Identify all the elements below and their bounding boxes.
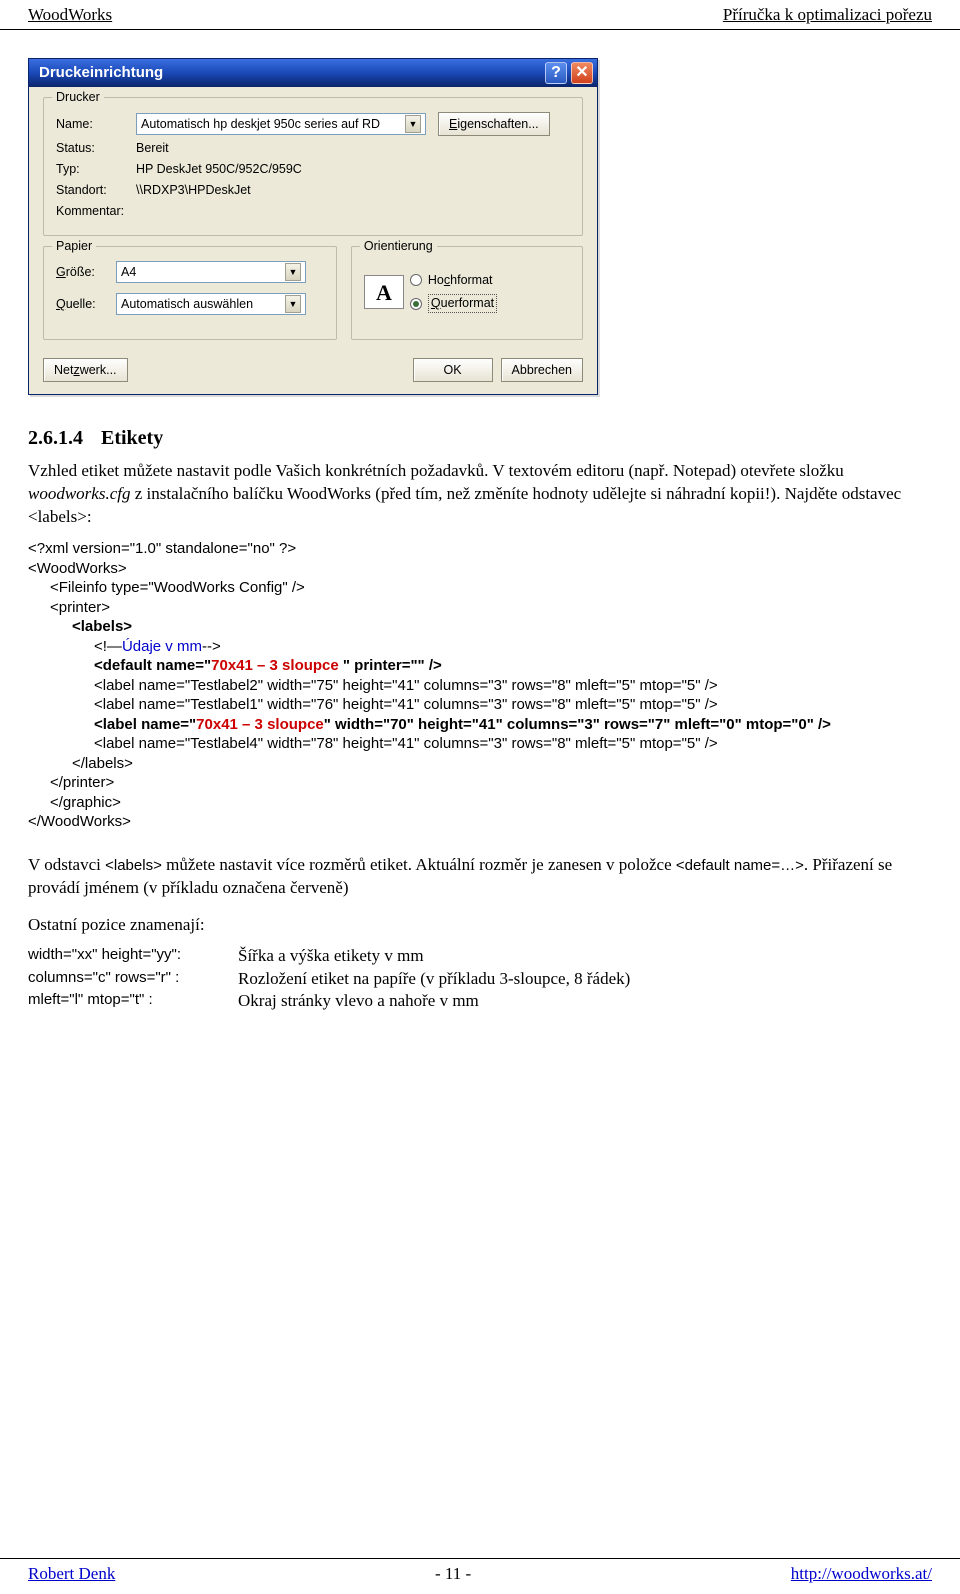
footer-url[interactable]: http://woodworks.at/ <box>791 1563 932 1586</box>
group-printer: Drucker Name: Automatisch hp deskjet 950… <box>43 97 583 237</box>
section-title: Etikety <box>101 427 163 449</box>
orientation-icon: A <box>364 275 404 309</box>
printer-location-label: Standort: <box>56 182 136 199</box>
group-paper: Papier Größe: A4 ▼ Quelle: Automatisch a <box>43 246 337 340</box>
def-key: columns="c" rows="r" : <box>28 968 238 991</box>
paper-source-label: Quelle: <box>56 296 116 313</box>
dialog-title: Druckeinrichtung <box>39 63 163 83</box>
close-button[interactable]: ✕ <box>571 62 593 84</box>
code-line: </printer> <box>28 773 932 793</box>
paragraph-2: V odstavci <labels> můžete nastavit více… <box>28 854 932 900</box>
chevron-down-icon[interactable]: ▼ <box>285 295 301 313</box>
code-line: <label name="70x41 – 3 sloupce" width="7… <box>28 715 932 735</box>
code-line: </labels> <box>28 754 932 774</box>
printer-status-value: Bereit <box>136 140 169 157</box>
xml-code-block: <?xml version="1.0" standalone="no" ?> <… <box>28 539 932 832</box>
paper-source-select[interactable]: Automatisch auswählen ▼ <box>116 293 306 315</box>
chevron-down-icon[interactable]: ▼ <box>405 115 421 133</box>
header-right: Příručka k optimalizaci pořezu <box>723 4 932 27</box>
printer-location-value: \\RDXP3\HPDeskJet <box>136 182 251 199</box>
page-body: Druckeinrichtung ? ✕ Drucker Name: Autom… <box>0 30 960 1093</box>
code-line: <labels> <box>28 617 932 637</box>
paper-source-value: Automatisch auswählen <box>121 296 253 313</box>
paper-size-label: Größe: <box>56 264 116 281</box>
paragraph-1: Vzhled etiket můžete nastavit podle Vaši… <box>28 460 932 529</box>
orientation-landscape-radio[interactable]: Querformat <box>410 294 570 313</box>
table-row: columns="c" rows="r" : Rozložení etiket … <box>28 968 932 991</box>
code-line: <default name="70x41 – 3 sloupce " print… <box>28 656 932 676</box>
printer-name-select[interactable]: Automatisch hp deskjet 950c series auf R… <box>136 113 426 135</box>
code-line: <Fileinfo type="WoodWorks Config" /> <box>28 578 932 598</box>
printer-type-label: Typ: <box>56 161 136 178</box>
def-key: width="xx" height="yy": <box>28 945 238 968</box>
group-printer-legend: Drucker <box>52 89 104 106</box>
code-line: <label name="Testlabel1" width="76" heig… <box>28 695 932 715</box>
footer-author[interactable]: Robert Denk <box>28 1563 115 1586</box>
table-row: width="xx" height="yy": Šířka a výška et… <box>28 945 932 968</box>
code-line: </graphic> <box>28 793 932 813</box>
printer-status-label: Status: <box>56 140 136 157</box>
code-line: </WoodWorks> <box>28 812 932 832</box>
ok-button[interactable]: OK <box>413 358 493 382</box>
cancel-button[interactable]: Abbrechen <box>501 358 583 382</box>
header-left: WoodWorks <box>28 4 112 27</box>
print-setup-dialog: Druckeinrichtung ? ✕ Drucker Name: Autom… <box>28 58 932 396</box>
dialog-titlebar: Druckeinrichtung ? ✕ <box>29 59 597 87</box>
orientation-portrait-radio[interactable]: Hochformat <box>410 272 570 289</box>
section-number: 2.6.1.4 <box>28 427 83 449</box>
def-key: mleft="l" mtop="t" : <box>28 990 238 1013</box>
def-value: Okraj stránky vlevo a nahoře v mm <box>238 990 932 1013</box>
printer-name-label: Name: <box>56 116 136 133</box>
code-line: <printer> <box>28 598 932 618</box>
group-orientation-legend: Orientierung <box>360 238 437 255</box>
code-line: <WoodWorks> <box>28 559 932 579</box>
group-paper-legend: Papier <box>52 238 96 255</box>
code-line: <?xml version="1.0" standalone="no" ?> <box>28 539 932 559</box>
definitions-table: width="xx" height="yy": Šířka a výška et… <box>28 945 932 1014</box>
orientation-landscape-label: Querformat <box>428 294 497 313</box>
footer-page-number: - 11 - <box>435 1563 471 1586</box>
paper-size-value: A4 <box>121 264 136 281</box>
orientation-portrait-label: Hochformat <box>428 272 493 289</box>
printer-comment-label: Kommentar: <box>56 203 136 220</box>
code-line: <!—Údaje v mm--> <box>28 637 932 657</box>
filename: woodworks.cfg <box>28 484 130 503</box>
code-line: <label name="Testlabel4" width="78" heig… <box>28 734 932 754</box>
section-heading: 2.6.1.4 Etikety <box>28 425 932 452</box>
def-value: Rozložení etiket na papíře (v příkladu 3… <box>238 968 932 991</box>
def-value: Šířka a výška etikety v mm <box>238 945 932 968</box>
group-orientation: Orientierung A Hochformat <box>351 246 583 340</box>
chevron-down-icon[interactable]: ▼ <box>285 263 301 281</box>
code-line: <label name="Testlabel2" width="75" heig… <box>28 676 932 696</box>
printer-type-value: HP DeskJet 950C/952C/959C <box>136 161 302 178</box>
properties-button[interactable]: Eigenschaften... <box>438 112 550 136</box>
printer-name-value: Automatisch hp deskjet 950c series auf R… <box>141 116 380 133</box>
paper-size-select[interactable]: A4 ▼ <box>116 261 306 283</box>
paragraph-3: Ostatní pozice znamenají: <box>28 914 932 937</box>
table-row: mleft="l" mtop="t" : Okraj stránky vlevo… <box>28 990 932 1013</box>
network-button[interactable]: Netzwerk... <box>43 358 128 382</box>
help-button[interactable]: ? <box>545 62 567 84</box>
